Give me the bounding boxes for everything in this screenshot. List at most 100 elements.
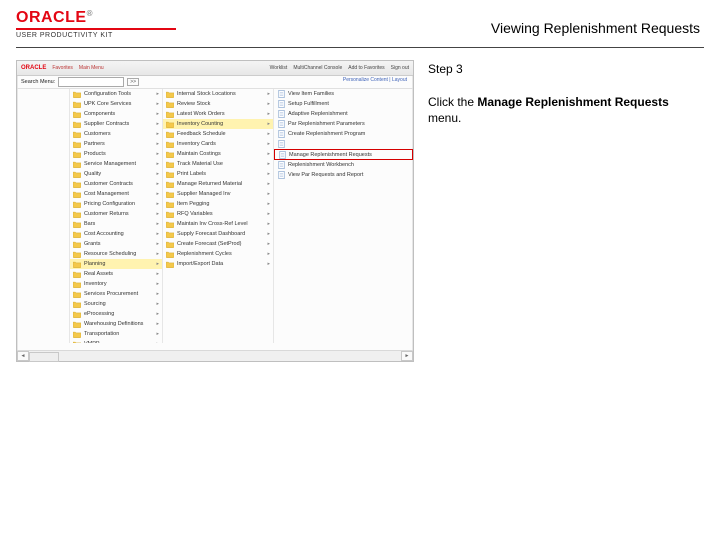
menu-item[interactable]: Inventory▸ (70, 279, 162, 289)
chevron-right-icon: ▸ (156, 251, 159, 257)
folder-icon (73, 151, 81, 158)
scroll-thumb[interactable] (29, 352, 59, 362)
menu-item[interactable]: Supplier Managed Inv ▸ (163, 189, 273, 199)
menu-item[interactable]: Sourcing▸ (70, 299, 162, 309)
document-icon (277, 172, 285, 179)
nav-favorites-add[interactable]: Add to Favorites (348, 65, 384, 71)
nav-favorites[interactable]: Favorites (52, 65, 73, 71)
page-title: Viewing Replenishment Requests (491, 20, 700, 37)
brand-sub: USER PRODUCTIVITY KIT (16, 32, 176, 39)
menu-item[interactable]: Cost Management▸ (70, 189, 162, 199)
personalize-link[interactable]: Personalize Content | Layout (343, 77, 407, 83)
menu-item[interactable]: Internal Stock Locations▸ (163, 89, 273, 99)
chevron-right-icon: ▸ (156, 131, 159, 137)
scrollbar-horizontal[interactable]: ◄ ► (17, 350, 413, 361)
menu-item-label: Supplier Managed Inv (177, 191, 231, 197)
menu-item[interactable]: UPK Core Services▸ (70, 99, 162, 109)
menu-item[interactable]: Products▸ (70, 149, 162, 159)
menu-item[interactable]: Inventory Counting▸ (163, 119, 273, 129)
brand-logo: ORACLE® (16, 10, 176, 26)
folder-icon (166, 231, 174, 238)
menu-item[interactable]: Manage Returned Material▸ (163, 179, 273, 189)
menu-item-label: Feedback Schedule (177, 131, 226, 137)
folder-icon (73, 201, 81, 208)
chevron-right-icon: ▸ (156, 291, 159, 297)
menu-item[interactable]: Grants▸ (70, 239, 162, 249)
search-go[interactable]: >> (127, 78, 139, 86)
menu-item[interactable]: Setup Fulfillment (274, 99, 413, 109)
menu-item[interactable]: Cost Accounting▸ (70, 229, 162, 239)
menu-item[interactable]: Create Replenishment Program (274, 129, 413, 139)
menu-item[interactable] (274, 139, 413, 149)
brand-tm: ® (87, 9, 93, 18)
menu-item[interactable]: Warehousing Definitions▸ (70, 319, 162, 329)
menu-item-label: Supplier Contracts (84, 121, 129, 127)
menu-item[interactable]: Item Pegging▸ (163, 199, 273, 209)
menu-columns: Configuration Tools▸UPK Core Services▸Co… (17, 89, 413, 343)
chevron-right-icon: ▸ (156, 261, 159, 267)
menu-item[interactable]: Supply Forecast Dashboard▸ (163, 229, 273, 239)
nav-worklist[interactable]: Worklist (270, 65, 288, 71)
menu-item[interactable]: Service Management▸ (70, 159, 162, 169)
menu-item-label: Bars (84, 221, 95, 227)
nav-console[interactable]: MultiChannel Console (293, 65, 342, 71)
scroll-track[interactable] (29, 352, 401, 360)
chevron-right-icon: ▸ (267, 191, 270, 197)
step-label: Step 3 (428, 62, 704, 76)
scroll-right-button[interactable]: ► (401, 351, 413, 361)
menu-item[interactable]: Maintain Costings▸ (163, 149, 273, 159)
menu-item[interactable]: Customer Contracts▸ (70, 179, 162, 189)
menu-item[interactable]: Supplier Contracts▸ (70, 119, 162, 129)
menu-item[interactable]: Services Procurement▸ (70, 289, 162, 299)
folder-icon (166, 191, 174, 198)
menu-item[interactable]: Feedback Schedule▸ (163, 129, 273, 139)
menu-item[interactable]: Resource Scheduling▸ (70, 249, 162, 259)
menu-item[interactable]: Import/Export Data▸ (163, 259, 273, 269)
menu-item[interactable]: Inventory Cards▸ (163, 139, 273, 149)
menu-item[interactable]: Par Replenishment Parameters (274, 119, 413, 129)
menu-item[interactable]: Real Assets▸ (70, 269, 162, 279)
menu-item[interactable]: Adaptive Replenishment (274, 109, 413, 119)
menu-item[interactable]: Quality▸ (70, 169, 162, 179)
nav-signout[interactable]: Sign out (391, 65, 409, 71)
menu-item[interactable]: Track Material Use▸ (163, 159, 273, 169)
search-input[interactable] (58, 77, 124, 87)
menu-item-label: Components (84, 111, 115, 117)
menu-item[interactable]: Replenishment Workbench (274, 160, 413, 170)
menu-item[interactable]: Components▸ (70, 109, 162, 119)
menu-item[interactable]: eProcessing▸ (70, 309, 162, 319)
chevron-right-icon: ▸ (267, 261, 270, 267)
menu-item[interactable]: Pricing Configuration▸ (70, 199, 162, 209)
chevron-right-icon: ▸ (156, 211, 159, 217)
menu-item[interactable]: Create Forecast (SetProd)▸ (163, 239, 273, 249)
menu-item[interactable]: View Item Families (274, 89, 413, 99)
menu-item[interactable]: Print Labels▸ (163, 169, 273, 179)
menu-item[interactable]: Bars▸ (70, 219, 162, 229)
document-icon (277, 162, 285, 169)
folder-icon (73, 281, 81, 288)
folder-icon (166, 121, 174, 128)
menu-item[interactable]: View Par Requests and Report (274, 170, 413, 180)
folder-icon (166, 141, 174, 148)
folder-icon (73, 231, 81, 238)
menu-item[interactable]: Customers▸ (70, 129, 162, 139)
menu-item[interactable]: VMPP▸ (70, 339, 162, 343)
scroll-left-button[interactable]: ◄ (17, 351, 29, 361)
menu-item-label: Manage Returned Material (177, 181, 242, 187)
menu-item[interactable]: Configuration Tools▸ (70, 89, 162, 99)
folder-icon (73, 191, 81, 198)
menu-item-label: Manage Replenishment Requests (289, 152, 372, 158)
menu-item[interactable]: Latest Work Orders▸ (163, 109, 273, 119)
menu-item[interactable]: Maintain Inv Cross-Ref Level▸ (163, 219, 273, 229)
menu-item[interactable]: Planning▸ (70, 259, 162, 269)
menu-item[interactable]: Review Stock▸ (163, 99, 273, 109)
menu-item[interactable]: RFQ Variables▸ (163, 209, 273, 219)
menu-item[interactable]: Transportation▸ (70, 329, 162, 339)
menu-item[interactable]: Customer Returns▸ (70, 209, 162, 219)
menu-item[interactable]: Replenishment Cycles▸ (163, 249, 273, 259)
menu-item[interactable]: Manage Replenishment Requests (274, 149, 413, 160)
nav-main-menu[interactable]: Main Menu (79, 65, 104, 71)
menu-item[interactable]: Partners▸ (70, 139, 162, 149)
menu-item-label: Replenishment Cycles (177, 251, 232, 257)
chevron-right-icon: ▸ (267, 111, 270, 117)
